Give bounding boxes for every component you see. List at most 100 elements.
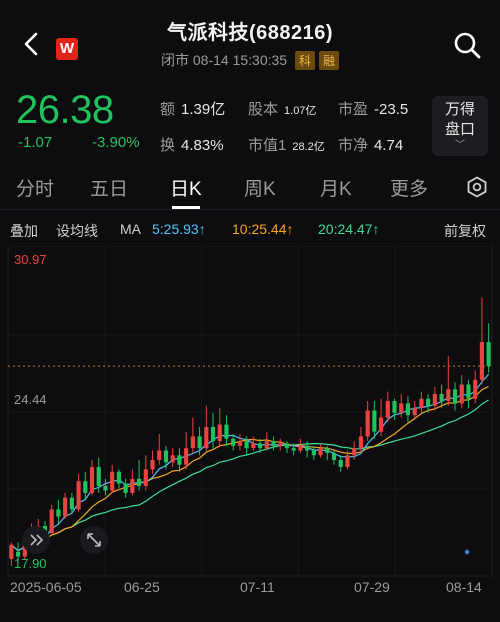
candle-body-58 (399, 403, 404, 413)
candle-body-39 (271, 441, 276, 446)
ma5-value: 5:25.93↑ (152, 221, 206, 237)
expand-left-button[interactable] (22, 526, 50, 554)
candle-body-30 (210, 426, 216, 442)
candle-body-33 (231, 438, 236, 446)
candle-body-38 (264, 441, 269, 449)
candle-body-8 (63, 497, 68, 517)
kline-chart[interactable]: 30.97 24.44 17.90 2025-06-05 06-25 07-11… (0, 246, 500, 622)
candle-body-59 (405, 403, 411, 416)
candle-body-34 (237, 441, 243, 446)
candle-body-14 (103, 485, 108, 491)
wind-label: 万得 (444, 101, 475, 118)
header: W 气派科技(688216) 闭市 08-14 15:30:35 科融 (0, 8, 500, 78)
ma10-value: 10:25.44↑ (232, 221, 294, 237)
candle-body-12 (89, 467, 95, 493)
candle-body-67 (459, 384, 464, 404)
candle-body-56 (385, 401, 390, 418)
candle-body-7 (56, 509, 61, 517)
x-tick-0: 2025-06-05 (10, 579, 82, 595)
tag-margin: 融 (318, 51, 339, 70)
candle-body-43 (298, 445, 303, 451)
indicator-bar: 叠加 设均线 MA 5:25.93↑ 10:25.44↑ 20:24.47↑ 前… (0, 212, 500, 244)
candle-body-20 (143, 469, 148, 486)
ma5-line (11, 373, 490, 552)
tag-star-market: 科 (294, 51, 315, 70)
expand-arrows-icon (87, 533, 101, 547)
candle-body-57 (392, 401, 397, 413)
candle-body-9 (69, 497, 74, 510)
tab-monthly-k[interactable]: 月K (320, 174, 352, 201)
double-chevron-right-icon (30, 534, 44, 546)
candlestick-plot[interactable] (0, 246, 500, 622)
candle-body-41 (284, 443, 290, 449)
candle-body-32 (224, 424, 229, 439)
stat-market-cap: 市值1 28.2亿 (248, 137, 325, 154)
stat-share-capital: 股本 1.07亿 (248, 101, 317, 118)
candle-body-36 (251, 443, 256, 449)
candle-body-46 (318, 448, 323, 456)
candle-body-49 (338, 459, 343, 468)
fullscreen-button[interactable] (80, 526, 108, 554)
candle-body-25 (177, 455, 182, 465)
candle-body-6 (49, 509, 54, 534)
candle-body-60 (412, 408, 417, 416)
candle-body-37 (257, 443, 263, 449)
candle-body-69 (473, 379, 478, 399)
tab-weekly-k[interactable]: 周K (244, 174, 276, 201)
candle-body-10 (76, 481, 81, 510)
candle-body-28 (197, 436, 202, 449)
tab-more[interactable]: 更多 (390, 174, 428, 201)
candle-body-29 (204, 426, 209, 449)
stock-title: 气派科技(688216) (166, 22, 334, 44)
candle-body-24 (170, 455, 175, 463)
candle-body-35 (244, 441, 249, 449)
candle-body-65 (446, 389, 451, 402)
last-price: 26.38 (16, 88, 114, 132)
quote-datetime: 08-14 15:30:35 (192, 52, 288, 68)
candle-body-63 (432, 393, 437, 406)
candle-body-70 (479, 342, 485, 380)
candle-body-71 (486, 342, 491, 367)
stat-turnover-amount: 额 1.39亿 (160, 101, 226, 118)
candle-body-19 (136, 478, 142, 486)
candle-body-40 (278, 443, 283, 446)
candle-body-61 (419, 398, 424, 409)
candle-body-0 (9, 544, 14, 559)
event-marker (464, 549, 470, 555)
tab-five-day[interactable]: 五日 (90, 174, 128, 201)
candle-body-68 (466, 384, 471, 399)
status-bar (0, 0, 500, 8)
candle-body-31 (217, 424, 222, 442)
search-icon (454, 32, 481, 59)
candle-body-64 (439, 393, 444, 402)
y-mid-label: 24.44 (14, 392, 47, 407)
ma-label: MA (120, 221, 141, 237)
ma20-value: 20:24.47↑ (318, 221, 380, 237)
candle-body-16 (116, 471, 122, 484)
candle-body-18 (130, 478, 135, 493)
candle-body-48 (331, 452, 337, 460)
price-change-pct: -3.90% (92, 134, 140, 151)
candle-body-44 (305, 445, 310, 451)
search-button[interactable] (452, 30, 482, 60)
candle-body-55 (378, 417, 384, 432)
price-change: -1.07 (18, 134, 53, 151)
candle-body-17 (123, 483, 128, 493)
candle-body-15 (110, 471, 115, 491)
candle-body-13 (96, 467, 101, 486)
wind-orderbook-button[interactable]: 万得 盘口 ﹀ (432, 96, 488, 156)
x-tick-2: 07-11 (240, 579, 275, 595)
market-status-line: 闭市 08-14 15:30:35 科融 (0, 50, 500, 70)
tab-intraday[interactable]: 分时 (16, 174, 54, 201)
candle-body-50 (345, 455, 350, 468)
stat-pe: 市盈 -23.5 (338, 101, 409, 118)
candle-body-22 (157, 450, 162, 460)
settings-button[interactable] (466, 176, 488, 198)
candle-body-62 (426, 398, 431, 406)
set-ma-button[interactable]: 设均线 (56, 221, 98, 241)
overlay-button[interactable]: 叠加 (10, 221, 38, 241)
tab-daily-k[interactable]: 日K (170, 174, 202, 201)
candle-body-26 (184, 448, 189, 465)
quote-panel: 26.38 -1.07 -3.90% 额 1.39亿 股本 1.07亿 市盈 -23.… (0, 80, 500, 162)
adjust-mode-button[interactable]: 前复权 (444, 221, 486, 241)
